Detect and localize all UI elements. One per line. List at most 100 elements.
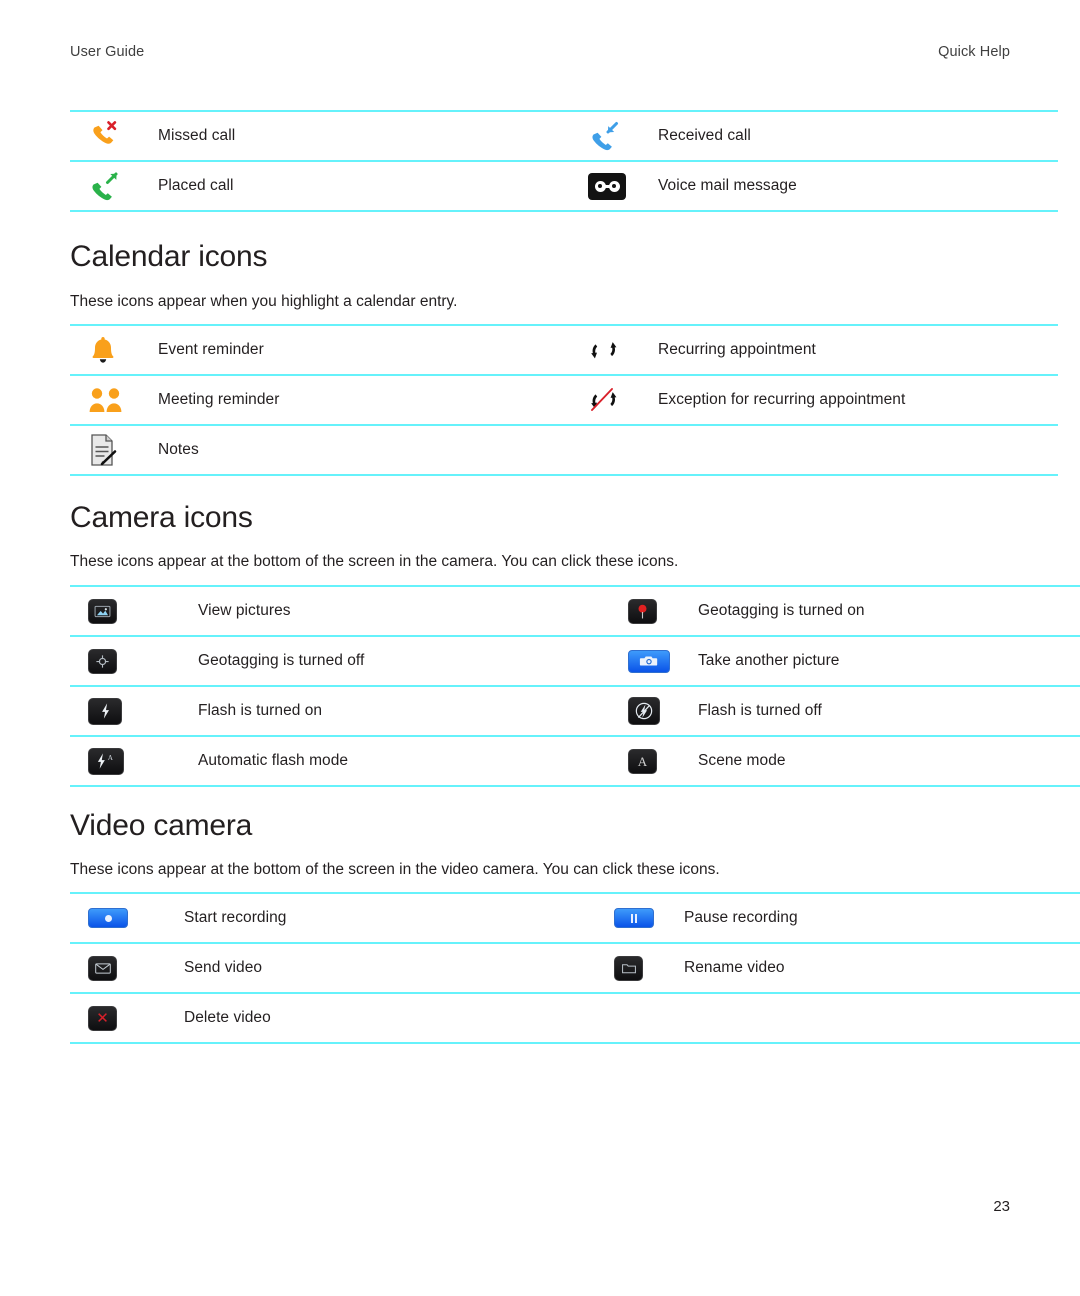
icon-cell [70, 585, 158, 637]
icon-label: View pictures [158, 585, 598, 637]
icon-cell-empty [558, 425, 658, 476]
rename-video-icon[interactable] [614, 955, 643, 981]
pause-recording-icon[interactable] [614, 908, 654, 928]
page-title-video: Video camera [70, 809, 253, 842]
table-row: Send video Rename video [70, 943, 1080, 994]
running-head: User Guide Quick Help [70, 44, 1010, 60]
phone-icons-table: Missed call Received call Placed call Vo… [70, 110, 1058, 212]
table-row: A Automatic flash mode A Scene mode [70, 736, 1080, 787]
scene-mode-icon[interactable]: A [628, 748, 657, 774]
recurring-exception-icon [588, 385, 620, 415]
icon-cell [598, 636, 698, 687]
delete-x-glyph: ✕ [96, 1009, 109, 1027]
bell-icon [88, 334, 118, 366]
icon-label: Automatic flash mode [158, 736, 598, 787]
view-pictures-icon[interactable] [88, 598, 117, 624]
icon-cell [70, 686, 158, 737]
icon-label: Recurring appointment [658, 324, 1058, 376]
geotagging-off-icon[interactable] [88, 648, 117, 674]
running-head-left: User Guide [70, 44, 145, 60]
icon-cell: A [70, 736, 158, 787]
icon-cell [558, 110, 658, 162]
icon-cell [70, 943, 158, 994]
people-icon [88, 386, 124, 414]
flash-on-icon[interactable] [88, 697, 122, 725]
icon-label: Exception for recurring appointment [658, 375, 1058, 426]
icon-label: Missed call [158, 110, 558, 162]
icon-label: Flash is turned on [158, 686, 598, 737]
icon-label: Meeting reminder [158, 375, 558, 426]
running-head-right: Quick Help [938, 44, 1010, 60]
icon-label: Voice mail message [658, 161, 1058, 212]
start-recording-icon[interactable] [88, 908, 128, 928]
take-picture-icon[interactable] [628, 649, 670, 673]
icon-cell [584, 943, 684, 994]
scene-mode-letter: A [637, 753, 648, 769]
icon-label: Event reminder [158, 324, 558, 376]
recurring-icon [588, 335, 620, 365]
icon-label: Received call [658, 110, 1058, 162]
pause-bars [631, 913, 637, 923]
icon-cell [598, 686, 698, 737]
icon-label: Pause recording [684, 892, 1080, 944]
document-page: User Guide Quick Help Missed call Receiv… [0, 0, 1080, 1296]
table-row: Geotagging is turned off Take another pi… [70, 636, 1080, 687]
icon-cell [558, 375, 658, 426]
placed-call-icon [88, 169, 122, 203]
cassette-bar [602, 184, 612, 188]
icon-cell [70, 375, 158, 426]
table-row: ✕ Delete video [70, 993, 1080, 1044]
table-row: Placed call Voice mail message [70, 161, 1058, 212]
camera-icons-table: View pictures Geotagging is turned on Ge… [70, 585, 1080, 787]
table-row: Notes [70, 425, 1058, 476]
flash-auto-icon[interactable]: A [88, 747, 124, 775]
delete-video-icon[interactable]: ✕ [88, 1005, 117, 1031]
icon-label [684, 993, 1080, 1044]
calendar-icons-table: Event reminder Recurring appointment Mee… [70, 324, 1058, 476]
record-dot [104, 914, 112, 922]
voice-mail-icon [588, 172, 626, 200]
missed-call-icon [88, 119, 122, 153]
icon-label: Geotagging is turned on [698, 585, 1080, 637]
icon-cell [558, 161, 658, 212]
notes-icon [88, 433, 118, 467]
video-intro: These icons appear at the bottom of the … [70, 861, 720, 878]
icon-label: Placed call [158, 161, 558, 212]
icon-cell [70, 324, 158, 376]
icon-label: Scene mode [698, 736, 1080, 787]
icon-cell [70, 636, 158, 687]
icon-label: Send video [158, 943, 584, 994]
camera-intro: These icons appear at the bottom of the … [70, 553, 679, 570]
icon-cell [584, 892, 684, 944]
table-row: Flash is turned on Flash is turned off [70, 686, 1080, 737]
icon-cell [70, 425, 158, 476]
icon-cell [598, 585, 698, 637]
icon-label: Take another picture [698, 636, 1080, 687]
icon-cell-empty [584, 993, 684, 1044]
icon-cell [70, 892, 158, 944]
icon-label: Flash is turned off [698, 686, 1080, 737]
flash-off-icon[interactable] [628, 697, 660, 725]
send-video-icon[interactable] [88, 955, 117, 981]
page-title-calendar: Calendar icons [70, 240, 268, 273]
icon-cell: A [598, 736, 698, 787]
icon-label [658, 425, 1058, 476]
icon-cell: ✕ [70, 993, 158, 1044]
table-row: Start recording Pause recording [70, 892, 1080, 944]
icon-label: Geotagging is turned off [158, 636, 598, 687]
icon-label: Rename video [684, 943, 1080, 994]
page-title-camera: Camera icons [70, 501, 253, 534]
geotagging-on-icon[interactable] [628, 598, 657, 624]
table-row: Missed call Received call [70, 110, 1058, 162]
svg-text:A: A [108, 754, 114, 762]
table-row: Meeting reminder Exception for recurring… [70, 375, 1058, 426]
calendar-intro: These icons appear when you highlight a … [70, 293, 458, 310]
table-row: Event reminder Recurring appointment [70, 324, 1058, 376]
table-row: View pictures Geotagging is turned on [70, 585, 1080, 637]
icon-label: Start recording [158, 892, 584, 944]
video-icons-table: Start recording Pause recording Send vid… [70, 892, 1080, 1044]
icon-cell [70, 110, 158, 162]
icon-cell [70, 161, 158, 212]
icon-label: Delete video [158, 993, 584, 1044]
icon-cell [558, 324, 658, 376]
